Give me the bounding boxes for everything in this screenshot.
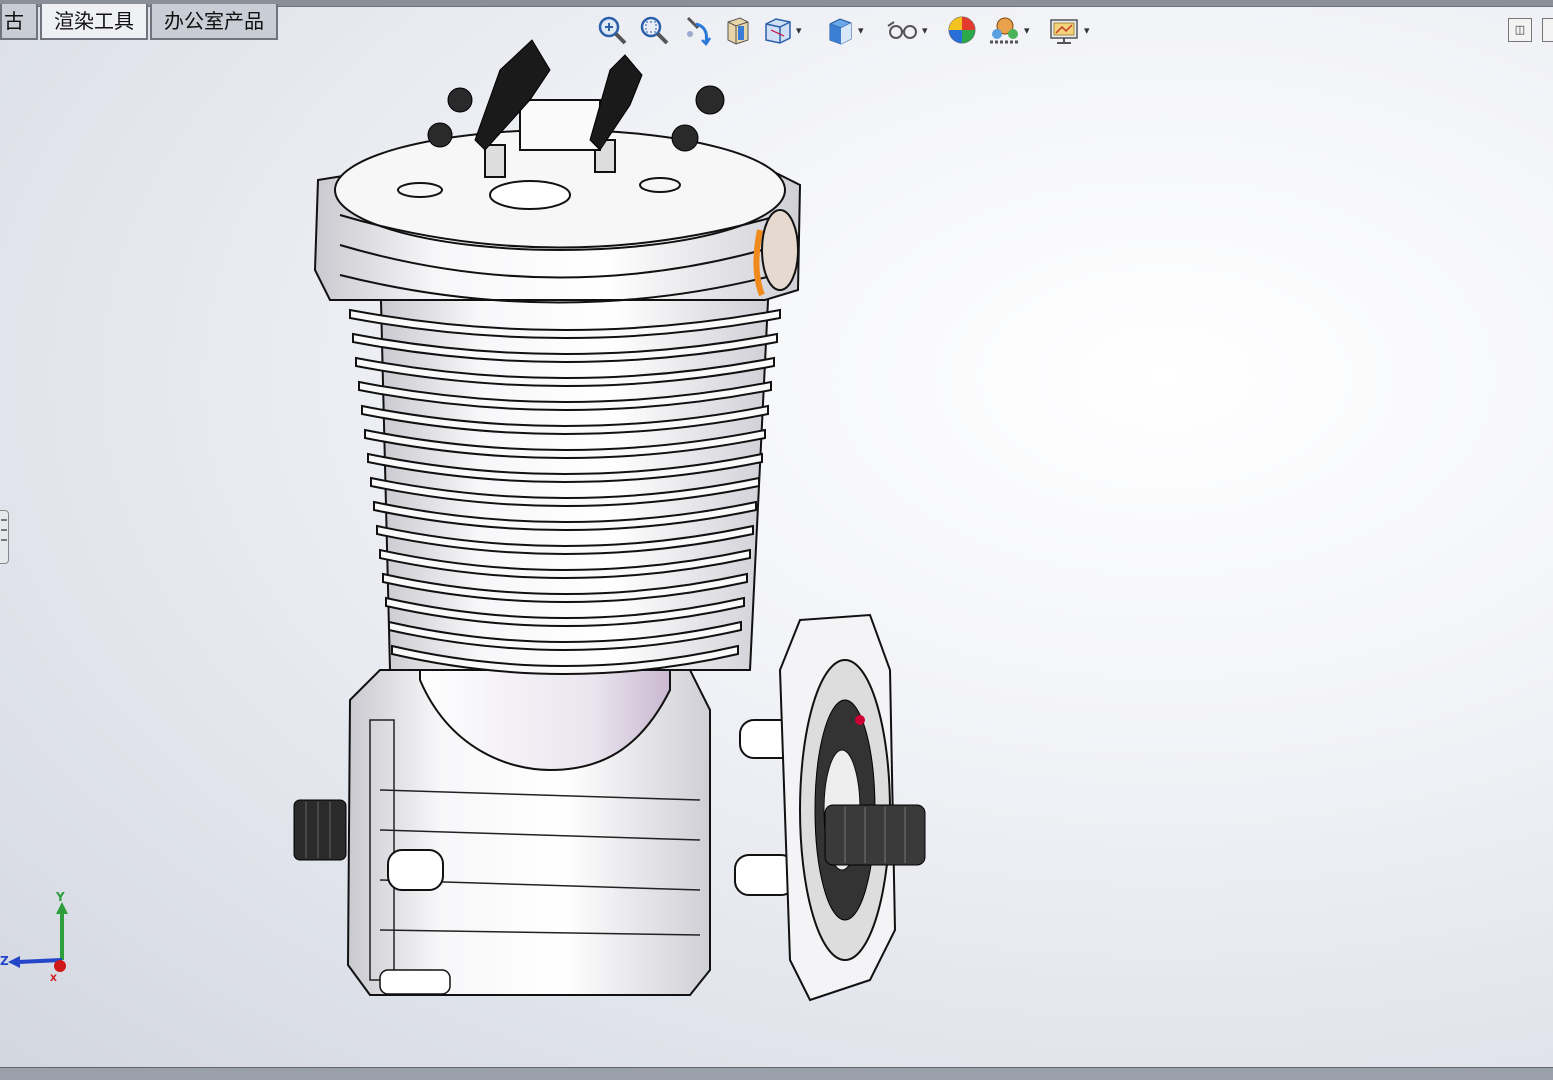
triad-y-label: Y [56,890,65,904]
view-settings-dropdown-icon[interactable]: ▾ [1084,24,1090,37]
command-manager-tabs: 古 渲染工具 办公室产品 [0,4,280,42]
restore-window-icon[interactable]: ◫ [1508,18,1532,42]
tab-evaluate[interactable]: 古 [0,4,38,40]
coordinate-triad: Y Z X [0,890,80,990]
side-panel-handle[interactable] [0,510,9,564]
engine-model-viewport[interactable] [270,30,950,1020]
tab-office-products[interactable]: 办公室产品 [150,4,278,40]
more-controls-icon[interactable] [1542,18,1553,42]
apply-scene-icon[interactable]: ▾ [988,10,1030,50]
view-settings-icon[interactable]: ▾ [1048,10,1090,50]
tab-render-tools[interactable]: 渲染工具 [40,4,148,40]
window-bottom-border [0,1067,1553,1080]
edit-appearance-icon[interactable] [946,10,978,50]
triad-x-label: X [50,974,57,984]
window-controls: ◫ [1508,18,1553,42]
apply-scene-dropdown-icon[interactable]: ▾ [1024,24,1030,37]
triad-z-label: Z [0,954,9,968]
